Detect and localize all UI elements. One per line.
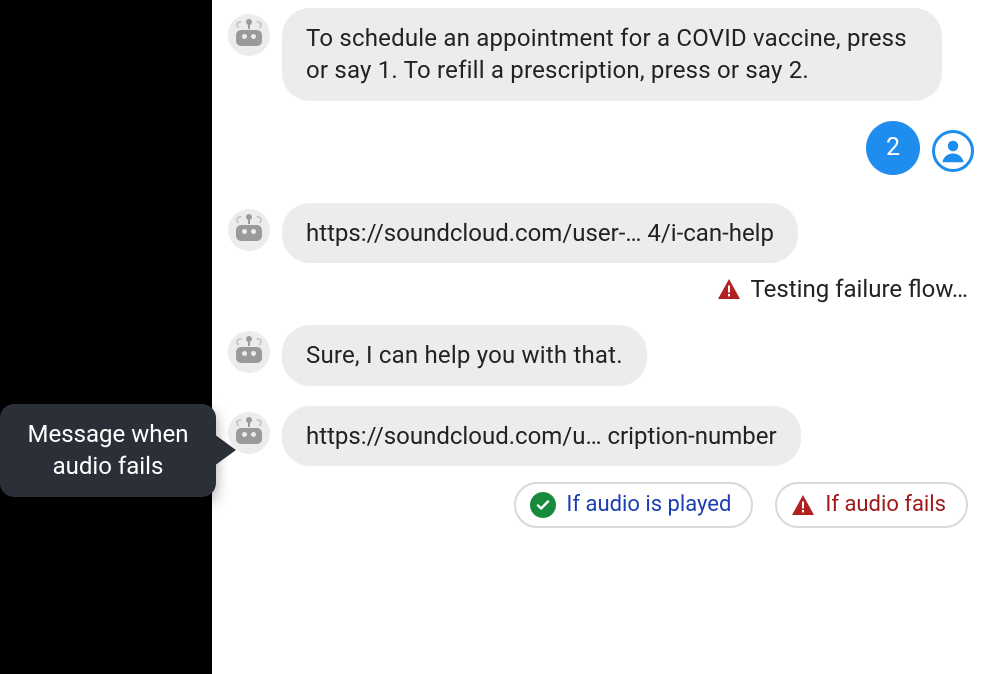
user-message-bubble: 2 (866, 121, 920, 175)
callout-line1: Message when (28, 420, 189, 448)
check-circle-icon (530, 492, 556, 518)
callout-line2: audio fails (53, 452, 164, 480)
bot-avatar (228, 209, 270, 251)
robot-icon (234, 22, 264, 48)
message-row: To schedule an appointment for a COVID v… (228, 8, 974, 101)
chip-audio-played[interactable]: If audio is played (514, 482, 753, 528)
left-black-panel (0, 0, 212, 674)
person-icon (938, 136, 968, 166)
testing-status: Testing failure flow… (228, 275, 968, 303)
chip-label: If audio fails (825, 492, 946, 517)
warning-triangle-icon (717, 278, 741, 300)
testing-status-label: Testing failure flow… (751, 275, 969, 303)
bot-avatar (228, 14, 270, 56)
chip-label: If audio is played (566, 492, 731, 517)
bot-link-bubble[interactable]: https://soundcloud.com/u… cription-numbe… (282, 406, 801, 466)
chat-area: To schedule an appointment for a COVID v… (212, 0, 994, 674)
bot-message-bubble: Sure, I can help you with that. (282, 325, 647, 385)
bot-link-bubble[interactable]: https://soundcloud.com/user-… 4/i-can-he… (282, 203, 798, 263)
message-row: 2 (228, 121, 974, 175)
chat-stage: Message when audio fails To schedule an … (0, 0, 994, 674)
robot-icon (234, 217, 264, 243)
bot-message-bubble: To schedule an appointment for a COVID v… (282, 8, 942, 101)
annotation-callout: Message when audio fails (0, 404, 216, 497)
user-avatar (932, 130, 974, 172)
callout-arrow-icon (214, 434, 236, 466)
message-row: Sure, I can help you with that. (228, 325, 974, 385)
message-row: https://soundcloud.com/user-… 4/i-can-he… (228, 203, 974, 263)
bot-avatar (228, 331, 270, 373)
robot-icon (234, 339, 264, 365)
robot-icon (234, 420, 264, 446)
chip-audio-fails[interactable]: If audio fails (775, 482, 968, 528)
chip-row: If audio is played If audio fails (228, 482, 974, 528)
warning-triangle-icon (791, 494, 815, 516)
message-row: https://soundcloud.com/u… cription-numbe… (228, 406, 974, 466)
